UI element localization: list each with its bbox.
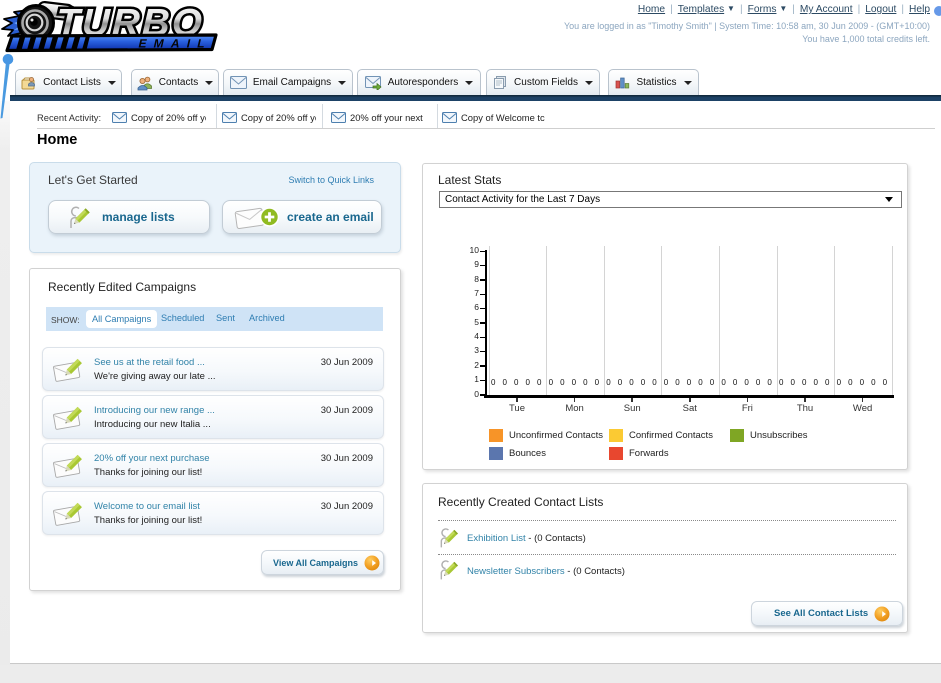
svg-text:EMAIL: EMAIL [138, 37, 212, 51]
